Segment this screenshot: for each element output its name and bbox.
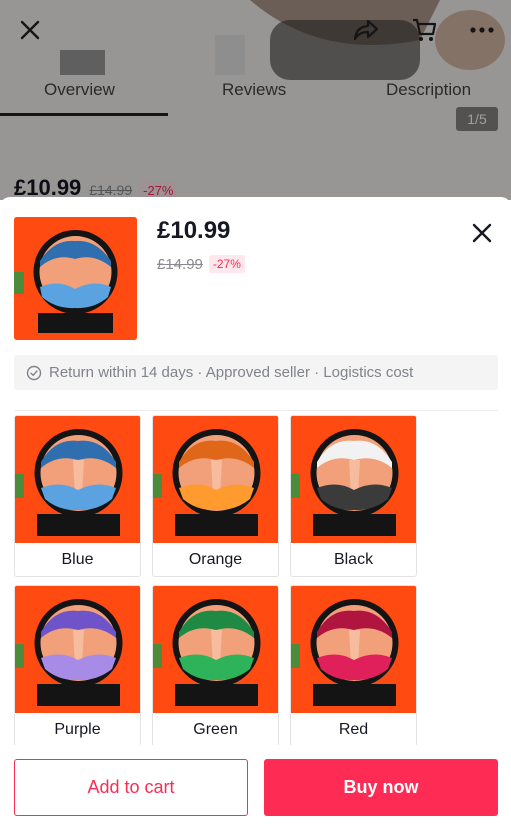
variant-option-orange[interactable]: Orange bbox=[152, 415, 279, 577]
sand-art-image bbox=[153, 416, 278, 543]
policy-bar[interactable]: Return within 14 days · Approved seller … bbox=[14, 355, 498, 390]
sheet-original-price: £14.99 bbox=[157, 255, 203, 273]
variant-image bbox=[15, 586, 140, 713]
sand-art-image bbox=[15, 586, 140, 713]
variant-label: Purple bbox=[54, 720, 101, 738]
variant-label: Blue bbox=[61, 550, 94, 568]
background-product-page: Overview Reviews Description 1/5 £10.99 … bbox=[0, 0, 511, 200]
variant-image bbox=[291, 586, 416, 713]
buy-now-button[interactable]: Buy now bbox=[264, 759, 498, 816]
variant-selector-sheet: £10.99 £14.99 -27% Return within 14 days… bbox=[0, 197, 511, 829]
variant-grid: Blue Orange Black Purple Green Red bbox=[14, 415, 498, 747]
sheet-discount-badge: -27% bbox=[208, 255, 245, 273]
variant-image bbox=[153, 416, 278, 543]
close-icon bbox=[472, 223, 492, 243]
variant-image bbox=[15, 416, 140, 543]
sheet-price-details: £14.99 -27% bbox=[157, 255, 245, 273]
sand-art-image bbox=[153, 586, 278, 713]
check-circle-icon bbox=[26, 365, 42, 380]
policy-text: Return within 14 days · Approved seller … bbox=[49, 364, 414, 381]
variant-image bbox=[291, 416, 416, 543]
sand-art-image bbox=[291, 586, 416, 713]
sand-art-image bbox=[291, 416, 416, 543]
variant-label: Green bbox=[193, 720, 238, 738]
action-footer: Add to cart Buy now bbox=[0, 745, 511, 829]
divider bbox=[14, 410, 498, 411]
sand-art-image bbox=[14, 217, 137, 340]
variant-label: Black bbox=[333, 550, 374, 568]
sand-art-image bbox=[15, 416, 140, 543]
close-sheet-button[interactable] bbox=[466, 217, 498, 249]
selected-product-thumbnail bbox=[14, 217, 137, 340]
sheet-price: £10.99 bbox=[157, 217, 231, 244]
modal-overlay[interactable] bbox=[0, 0, 511, 200]
variant-label: Red bbox=[338, 720, 369, 738]
variant-option-purple[interactable]: Purple bbox=[14, 585, 141, 747]
variant-option-green[interactable]: Green bbox=[152, 585, 279, 747]
variant-image bbox=[153, 586, 278, 713]
add-to-cart-button[interactable]: Add to cart bbox=[14, 759, 248, 816]
variant-label: Orange bbox=[188, 550, 243, 568]
variant-option-red[interactable]: Red bbox=[290, 585, 417, 747]
variant-option-blue[interactable]: Blue bbox=[14, 415, 141, 577]
variant-option-black[interactable]: Black bbox=[290, 415, 417, 577]
